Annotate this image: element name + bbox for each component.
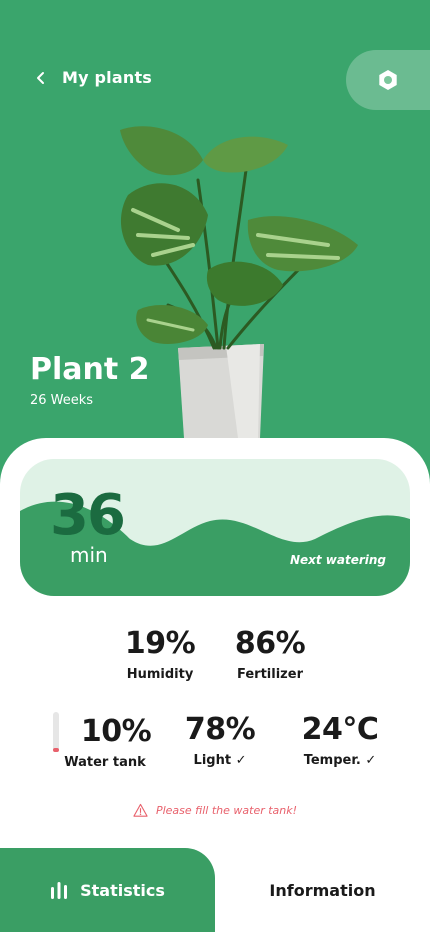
humidity-stat: 19% Humidity	[110, 626, 210, 682]
fertilizer-value: 86%	[234, 626, 306, 661]
watering-minutes: 36	[50, 483, 126, 548]
watering-unit: min	[70, 543, 108, 567]
tab-statistics-label: Statistics	[80, 880, 165, 900]
bottom-tab-bar: Statistics Information	[0, 848, 430, 932]
back-label: My plants	[62, 68, 153, 87]
tab-information[interactable]: Information	[215, 848, 430, 932]
warning-triangle-icon	[133, 803, 148, 817]
bar-chart-icon	[51, 882, 68, 899]
light-value: 78%	[184, 712, 256, 747]
temperature-label: Temper. ✓	[303, 753, 377, 768]
humidity-label: Humidity	[126, 667, 194, 682]
hexagon-settings-icon	[379, 70, 397, 90]
tab-information-label: Information	[269, 880, 376, 900]
settings-button[interactable]	[346, 50, 430, 110]
chevron-left-icon	[37, 71, 44, 84]
water-tank-warning: Please fill the water tank!	[0, 803, 430, 818]
plant-name: Plant 2	[30, 352, 150, 387]
back-button[interactable]: My plants	[34, 68, 152, 87]
temperature-value: 24°C	[301, 712, 379, 747]
water-tank-value: 10%	[80, 714, 152, 749]
fertilizer-stat: 86% Fertilizer	[220, 626, 320, 682]
water-tank-label: Water tank	[64, 755, 146, 770]
light-stat: 78% Light ✓	[170, 712, 270, 768]
warning-text: Please fill the water tank!	[155, 804, 298, 817]
tab-statistics[interactable]: Statistics	[0, 848, 215, 932]
next-watering-label: Next watering	[289, 553, 386, 567]
watering-card: 36 min Next watering	[20, 459, 410, 596]
temperature-stat: 24°C Temper. ✓	[288, 712, 392, 768]
humidity-value: 19%	[124, 626, 196, 661]
light-label: Light ✓	[193, 753, 247, 768]
water-tank-stat: 10% Water tank	[50, 714, 160, 770]
plant-age: 26 Weeks	[30, 393, 94, 408]
plant-image	[120, 126, 358, 438]
fertilizer-label: Fertilizer	[237, 667, 303, 682]
